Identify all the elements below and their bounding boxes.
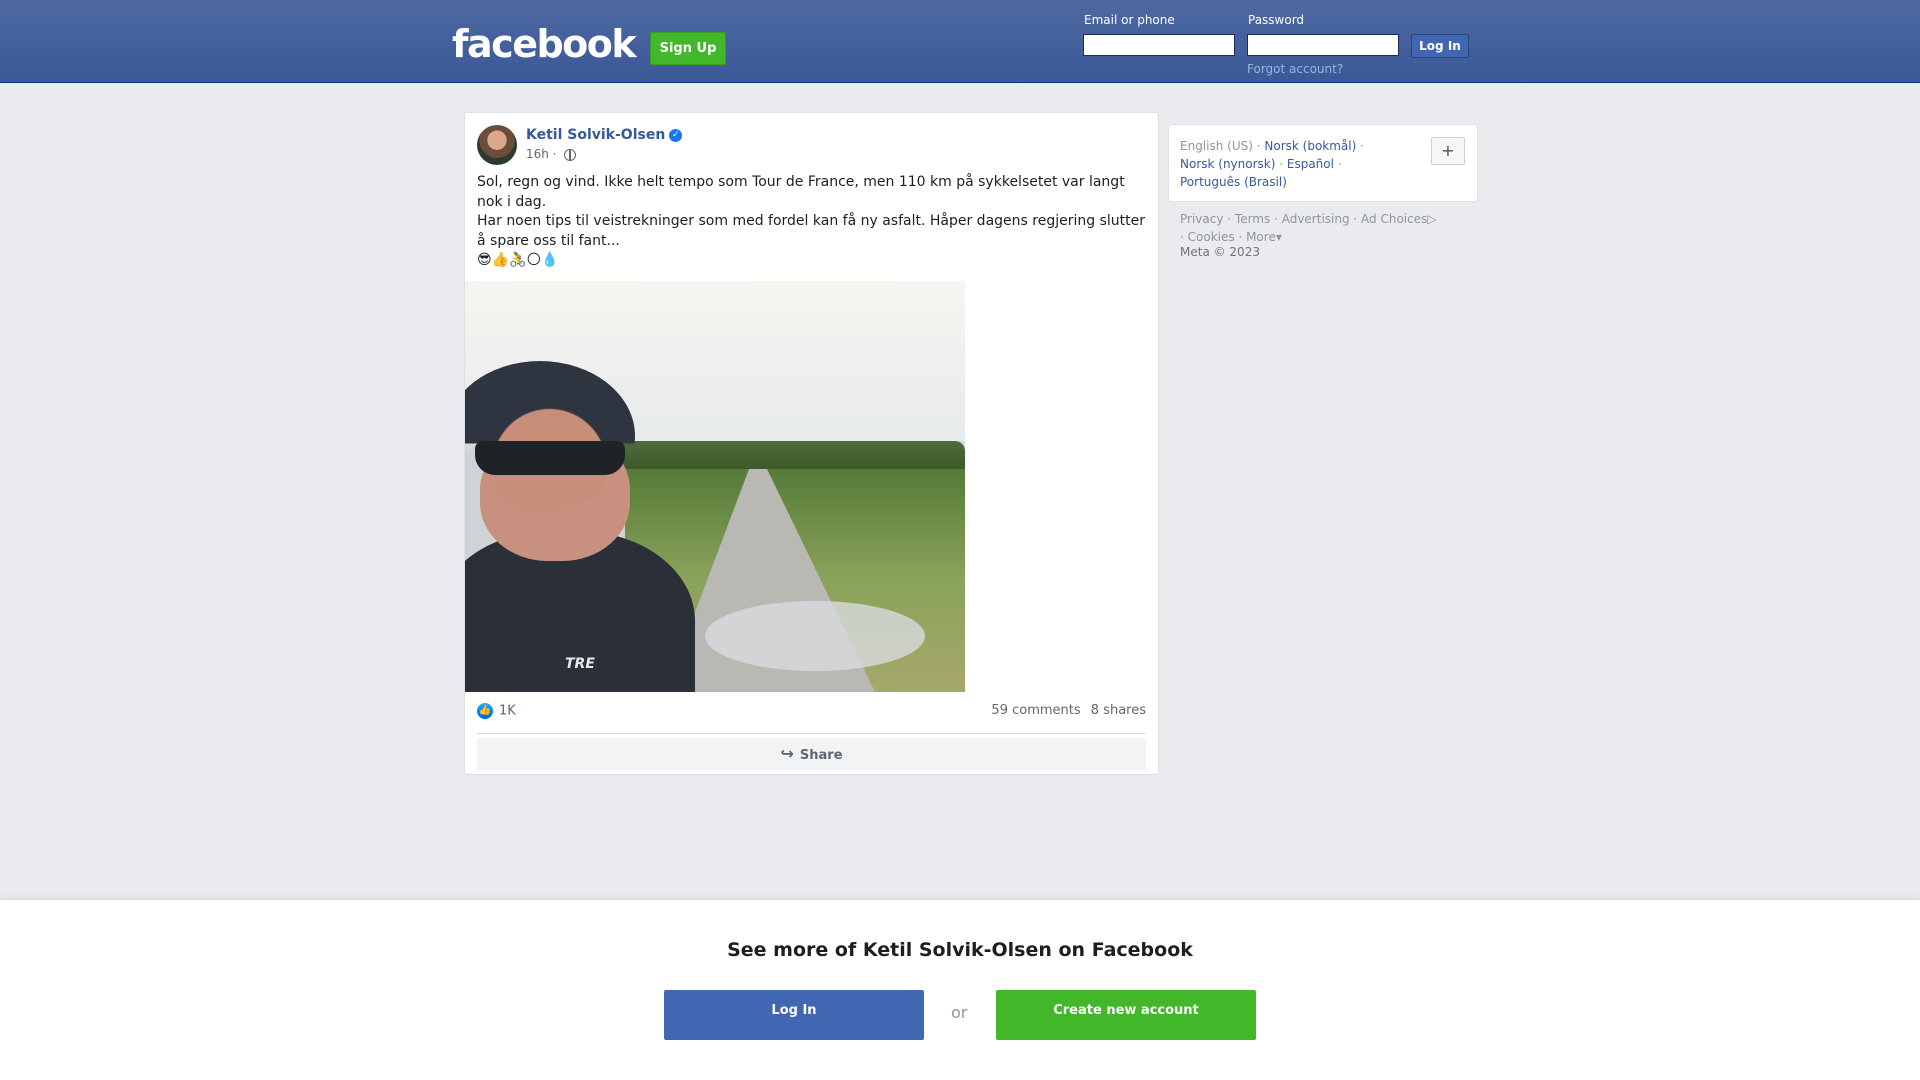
language-link[interactable]: Norsk (bokmål) [1264, 139, 1356, 153]
banner-title: See more of Ketil Solvik-Olsen on Facebo… [727, 939, 1193, 961]
language-selector: English (US) · Norsk (bokmål) · Norsk (n… [1168, 124, 1478, 202]
author-name[interactable]: Ketil Solvik-Olsen [526, 127, 665, 143]
forgot-account-link[interactable]: Forgot account? [1247, 62, 1343, 76]
share-arrow-icon: ↪ [780, 744, 794, 763]
facebook-logo[interactable]: facebook [452, 22, 637, 66]
footer-link-cookies[interactable]: Cookies [1188, 230, 1235, 244]
more-caret-icon: ▾ [1275, 230, 1282, 244]
footer-links: Privacy · Terms · Advertising · Ad Choic… [1180, 212, 1437, 244]
copyright: Meta © 2023 [1180, 245, 1260, 259]
language-link[interactable]: Português (Brasil) [1180, 175, 1287, 189]
footer-link-ad-choices[interactable]: Ad Choices [1361, 212, 1427, 226]
post-meta: 16h · [526, 147, 577, 161]
language-list: English (US) · Norsk (bokmål) · Norsk (n… [1180, 139, 1364, 189]
like-icon: 👍 [477, 703, 493, 719]
footer-link-terms[interactable]: Terms [1235, 212, 1270, 226]
footer-link-more[interactable]: More [1246, 230, 1276, 244]
top-navigation-bar: facebook Sign Up Email or phone Password… [0, 0, 1920, 83]
ad-choices-icon: ▷ [1427, 212, 1437, 226]
share-button[interactable]: ↪ Share [477, 738, 1146, 770]
photo-sunglasses [475, 441, 625, 475]
comments-count[interactable]: 59 comments [991, 703, 1080, 718]
globe-icon [564, 148, 577, 161]
password-input[interactable] [1247, 34, 1399, 56]
log-in-button[interactable]: Log In [1411, 34, 1469, 58]
post-text: Sol, regn og vind. Ikke helt tempo som T… [477, 173, 1147, 271]
divider [477, 733, 1146, 734]
banner-log-in-button[interactable]: Log In [664, 990, 924, 1040]
add-language-button[interactable]: + [1431, 137, 1465, 165]
author-name-link[interactable]: Ketil Solvik-Olsen ✓ [526, 127, 683, 143]
create-account-button[interactable]: Create new account [996, 990, 1256, 1040]
like-count: 1K [499, 703, 516, 719]
email-input[interactable] [1083, 34, 1235, 56]
banner-or-text: or [951, 1003, 968, 1022]
post-emojis: 😎👍🚴🌕💧 [477, 252, 559, 268]
email-label: Email or phone [1084, 13, 1175, 27]
sign-up-button[interactable]: Sign Up [650, 32, 726, 65]
reactions-summary[interactable]: 👍 1K [477, 703, 516, 719]
login-prompt-banner: See more of Ketil Solvik-Olsen on Facebo… [0, 900, 1920, 1080]
post-text-line: Sol, regn og vind. Ikke helt tempo som T… [477, 174, 1125, 210]
password-label: Password [1248, 13, 1305, 27]
verified-badge-icon: ✓ [669, 128, 683, 142]
language-current: English (US) [1180, 139, 1253, 153]
language-link[interactable]: Español [1287, 157, 1334, 171]
photo-puddle [705, 601, 925, 671]
post-card: Ketil Solvik-Olsen ✓ 16h · Sol, regn og v… [464, 112, 1159, 775]
photo-trees [595, 441, 965, 469]
author-avatar[interactable] [477, 125, 517, 165]
photo-jersey-text: TRE [565, 656, 595, 672]
post-text-line: Har noen tips til veistrekninger som med… [477, 213, 1145, 249]
shares-count[interactable]: 8 shares [1091, 703, 1146, 718]
engagement-counts: 59 comments 8 shares [985, 703, 1146, 718]
post-time[interactable]: 16h [526, 147, 549, 161]
share-label: Share [799, 748, 843, 763]
footer-link-privacy[interactable]: Privacy [1180, 212, 1223, 226]
footer-link-advertising[interactable]: Advertising [1282, 212, 1350, 226]
post-photo[interactable]: TRE [465, 281, 965, 692]
language-link[interactable]: Norsk (nynorsk) [1180, 157, 1275, 171]
